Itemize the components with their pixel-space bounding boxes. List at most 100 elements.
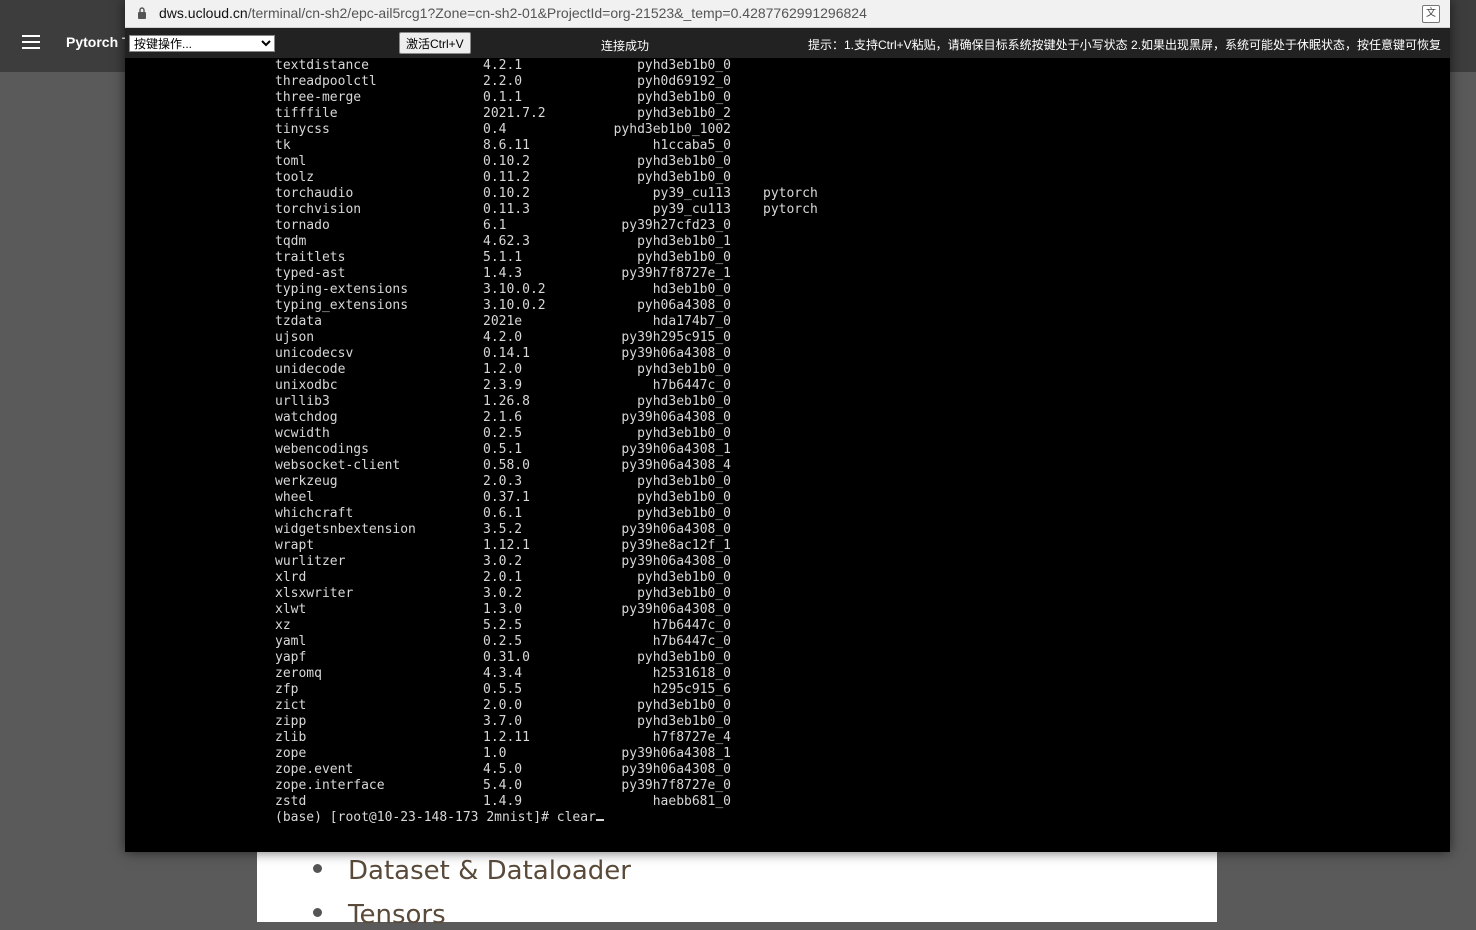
- package-name: tzdata: [275, 314, 322, 329]
- package-build: pyhd3eb1b0_0: [637, 362, 731, 377]
- terminal-row: tqdm 4.62.3 pyhd3eb1b0_1: [275, 234, 1435, 250]
- package-name: zlib: [275, 730, 307, 745]
- package-version: 0.2.5: [483, 426, 523, 441]
- terminal-row: tzdata 2021e hda174b7_0: [275, 314, 1435, 330]
- package-build: py39h27cfd23_0: [621, 218, 731, 233]
- terminal-row: unicodecsv 0.14.1 py39h06a4308_0: [275, 346, 1435, 362]
- terminal-row: yapf 0.31.0 pyhd3eb1b0_0: [275, 650, 1435, 666]
- package-channel: pytorch: [763, 202, 818, 217]
- terminal-row: typed-ast 1.4.3 py39h7f8727e_1: [275, 266, 1435, 282]
- package-name: unixodbc: [275, 378, 338, 393]
- package-version: 3.5.2: [483, 522, 523, 537]
- hamburger-menu-icon[interactable]: [22, 35, 40, 49]
- terminal-row: traitlets 5.1.1 pyhd3eb1b0_0: [275, 250, 1435, 266]
- package-build: pyh0d69192_0: [637, 74, 731, 89]
- terminal-row: zope.interface 5.4.0 py39h7f8727e_0: [275, 778, 1435, 794]
- key-operation-select[interactable]: 按键操作...: [129, 35, 275, 52]
- package-build: pyhd3eb1b0_0: [637, 58, 731, 73]
- package-build: pyhd3eb1b0_0: [637, 506, 731, 521]
- terminal-row: webencodings 0.5.1 py39h06a4308_1: [275, 442, 1435, 458]
- lock-icon: [138, 7, 146, 19]
- terminal-row: unidecode 1.2.0 pyhd3eb1b0_0: [275, 362, 1435, 378]
- package-build: pyhd3eb1b0_1: [637, 234, 731, 249]
- background-list-item: Tensors: [313, 900, 446, 930]
- package-build: pyhd3eb1b0_0: [637, 170, 731, 185]
- package-version: 1.4.9: [483, 794, 523, 809]
- package-name: three-merge: [275, 90, 362, 105]
- package-build: py39h06a4308_1: [621, 442, 731, 457]
- background-list-item-label: Dataset & Dataloader: [348, 856, 631, 886]
- package-name: xlsxwriter: [275, 586, 354, 601]
- package-name: zope: [275, 746, 307, 761]
- package-name: tk: [275, 138, 291, 153]
- package-build: py39h06a4308_4: [621, 458, 731, 473]
- package-version: 4.62.3: [483, 234, 530, 249]
- terminal-row: three-merge 0.1.1 pyhd3eb1b0_0: [275, 90, 1435, 106]
- package-version: 3.0.2: [483, 554, 523, 569]
- package-name: wcwidth: [275, 426, 330, 441]
- package-version: 6.1: [483, 218, 507, 233]
- package-version: 0.11.3: [483, 202, 530, 217]
- url-text[interactable]: dws.ucloud.cn/terminal/cn-sh2/epc-ail5rc…: [159, 5, 867, 21]
- package-version: 1.4.3: [483, 266, 523, 281]
- terminal-row: xlwt 1.3.0 py39h06a4308_0: [275, 602, 1435, 618]
- terminal-row: tinycss 0.4 pyhd3eb1b0_1002: [275, 122, 1435, 138]
- terminal-output[interactable]: textdistance 4.2.1 pyhd3eb1b0_0 threadpoolc…: [275, 58, 1435, 838]
- package-name: toolz: [275, 170, 315, 185]
- terminal-popup-window: dws.ucloud.cn/terminal/cn-sh2/epc-ail5rc…: [125, 0, 1450, 852]
- package-build: pyhd3eb1b0_0: [637, 90, 731, 105]
- terminal-cursor: [595, 819, 604, 821]
- translate-icon[interactable]: 文: [1422, 5, 1440, 23]
- terminal-row: tornado 6.1 py39h27cfd23_0: [275, 218, 1435, 234]
- package-version: 0.10.2: [483, 186, 530, 201]
- package-version: 0.5.1: [483, 442, 523, 457]
- terminal-toolbar: 按键操作... 激活Ctrl+V 连接成功 提示：1.支持Ctrl+V粘贴，请确…: [125, 28, 1450, 58]
- terminal-row: threadpoolctl 2.2.0 pyh0d69192_0: [275, 74, 1435, 90]
- package-name: unidecode: [275, 362, 346, 377]
- package-name: websocket-client: [275, 458, 401, 473]
- package-name: tqdm: [275, 234, 307, 249]
- terminal-row: widgetsnbextension 3.5.2 py39h06a4308_0: [275, 522, 1435, 538]
- url-bar[interactable]: dws.ucloud.cn/terminal/cn-sh2/epc-ail5rc…: [125, 0, 1450, 28]
- package-name: tinycss: [275, 122, 330, 137]
- package-version: 2.0.1: [483, 570, 523, 585]
- package-name: ujson: [275, 330, 315, 345]
- package-name: zfp: [275, 682, 299, 697]
- package-name: zipp: [275, 714, 307, 729]
- terminal-row: torchaudio 0.10.2 py39_cu113 pytorch: [275, 186, 1435, 202]
- terminal-row: urllib3 1.26.8 pyhd3eb1b0_0: [275, 394, 1435, 410]
- package-name: tifffile: [275, 106, 338, 121]
- terminal-row: wheel 0.37.1 pyhd3eb1b0_0: [275, 490, 1435, 506]
- terminal-prompt-row: (base) [root@10-23-148-173 2mnist]# clea…: [275, 810, 1435, 826]
- terminal-row: wurlitzer 3.0.2 py39h06a4308_0: [275, 554, 1435, 570]
- package-build: haebb681_0: [652, 794, 731, 809]
- package-version: 2.3.9: [483, 378, 523, 393]
- package-name: wrapt: [275, 538, 315, 553]
- package-version: 0.37.1: [483, 490, 530, 505]
- bullet-icon: [313, 908, 322, 917]
- package-build: h7b6447c_0: [652, 618, 731, 633]
- package-version: 0.4: [483, 122, 507, 137]
- package-name: torchaudio: [275, 186, 354, 201]
- package-version: 3.10.0.2: [483, 282, 546, 297]
- package-build: py39h06a4308_1: [621, 746, 731, 761]
- package-version: 0.11.2: [483, 170, 530, 185]
- activate-ctrl-v-button[interactable]: 激活Ctrl+V: [399, 32, 471, 54]
- package-build: h7b6447c_0: [652, 378, 731, 393]
- terminal-row: zipp 3.7.0 pyhd3eb1b0_0: [275, 714, 1435, 730]
- package-version: 1.3.0: [483, 602, 523, 617]
- package-version: 2021.7.2: [483, 106, 546, 121]
- package-version: 0.10.2: [483, 154, 530, 169]
- package-name: watchdog: [275, 410, 338, 425]
- package-version: 2.1.6: [483, 410, 523, 425]
- package-build: h1ccaba5_0: [652, 138, 731, 153]
- package-name: wurlitzer: [275, 554, 346, 569]
- package-version: 1.26.8: [483, 394, 530, 409]
- package-build: pyhd3eb1b0_0: [637, 570, 731, 585]
- package-channel: pytorch: [763, 186, 818, 201]
- terminal-row: zfp 0.5.5 h295c915_6: [275, 682, 1435, 698]
- package-name: toml: [275, 154, 307, 169]
- package-name: werkzeug: [275, 474, 338, 489]
- package-version: 3.0.2: [483, 586, 523, 601]
- terminal-row: textdistance 4.2.1 pyhd3eb1b0_0: [275, 58, 1435, 74]
